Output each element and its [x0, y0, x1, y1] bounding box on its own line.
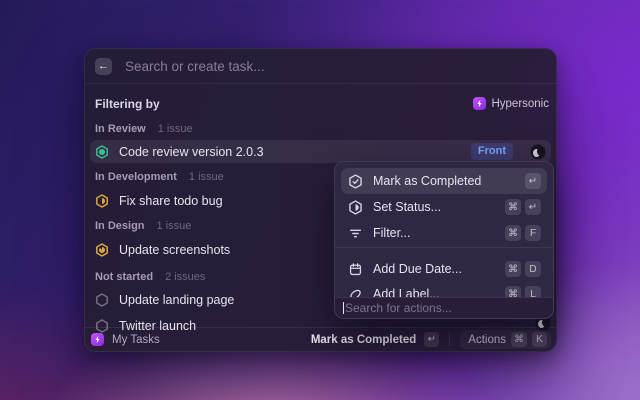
section-header-not-started: Not started 2 issues: [95, 271, 205, 284]
section-header-in-design: In Design 1 issue: [95, 220, 191, 233]
search-input[interactable]: Search or create task...: [125, 59, 265, 74]
section-count: 2 issues: [165, 271, 205, 283]
hypersonic-logo-icon: [473, 97, 486, 110]
workspace-name[interactable]: My Tasks: [112, 334, 160, 346]
task-title: Code review version 2.0.3: [119, 145, 264, 159]
menu-item-label: Add Due Date...: [373, 262, 462, 276]
task-title: Update screenshots: [119, 243, 230, 257]
command-palette-window: ← Search or create task... Filtering by …: [84, 48, 557, 352]
check-hexagon-icon: [348, 174, 363, 189]
arrow-left-icon: ←: [98, 61, 109, 72]
actions-search-bar[interactable]: Search for actions...: [335, 297, 553, 318]
section-header-in-development: In Development 1 issue: [95, 171, 224, 184]
task-title: Update landing page: [119, 293, 234, 307]
menu-item-filter[interactable]: Filter... ⌘ F: [341, 220, 547, 246]
menu-divider: [335, 247, 553, 248]
f-key: F: [525, 225, 541, 241]
actions-label: Actions: [468, 334, 506, 346]
menu-item-add-due-date[interactable]: Add Due Date... ⌘ D: [341, 256, 547, 282]
assignee-avatar[interactable]: [531, 145, 545, 159]
search-bar: ← Search or create task...: [85, 49, 556, 84]
status-hexagon-icon: [348, 200, 363, 215]
task-row-code-review[interactable]: Code review version 2.0.3 Front: [90, 140, 551, 163]
section-label: Not started: [95, 271, 153, 283]
cmd-key: ⌘: [505, 261, 521, 277]
cmd-key: ⌘: [505, 199, 521, 215]
task-title: Fix share todo bug: [119, 194, 223, 208]
menu-item-label: Set Status...: [373, 200, 441, 214]
section-count: 1 issue: [158, 123, 193, 135]
section-label: In Design: [95, 220, 145, 232]
hypersonic-logo-icon: [91, 333, 104, 346]
desktop-background: ← Search or create task... Filtering by …: [0, 0, 640, 400]
calendar-icon: [348, 262, 363, 277]
menu-item-set-status[interactable]: Set Status... ⌘ ↵: [341, 194, 547, 220]
footer-bar: My Tasks Mark as Completed ↵ Actions ⌘ K: [85, 327, 556, 351]
status-in-design-icon: [95, 243, 109, 257]
status-in-development-icon: [95, 194, 109, 208]
text-cursor: [343, 302, 344, 314]
menu-item-label: Filter...: [373, 226, 411, 240]
status-in-review-icon: [95, 145, 109, 159]
footer-divider: [449, 333, 450, 346]
filtering-header: Filtering by Hypersonic: [95, 96, 549, 111]
section-count: 1 issue: [157, 220, 192, 232]
filter-icon: [348, 226, 363, 241]
return-key: ↵: [525, 199, 541, 215]
primary-action-label[interactable]: Mark as Completed: [311, 334, 416, 346]
return-key: ↵: [424, 332, 439, 347]
k-key: K: [532, 332, 547, 347]
front-tag[interactable]: Front: [471, 143, 513, 160]
status-not-started-icon: [95, 293, 109, 307]
actions-search-input[interactable]: Search for actions...: [345, 301, 452, 315]
return-key: ↵: [525, 173, 541, 189]
menu-item-mark-completed[interactable]: Mark as Completed ↵: [341, 168, 547, 194]
app-badge: Hypersonic: [473, 97, 549, 110]
actions-button[interactable]: Actions ⌘ K: [460, 330, 551, 349]
section-label: In Development: [95, 171, 177, 183]
app-name: Hypersonic: [491, 98, 549, 110]
menu-item-label: Mark as Completed: [373, 174, 481, 188]
d-key: D: [525, 261, 541, 277]
section-count: 1 issue: [189, 171, 224, 183]
back-button[interactable]: ←: [95, 58, 112, 75]
cmd-key: ⌘: [505, 225, 521, 241]
section-label: In Review: [95, 123, 146, 135]
actions-menu: Mark as Completed ↵ Set Status... ⌘ ↵ Fi…: [334, 161, 554, 319]
filtering-label: Filtering by: [95, 97, 160, 111]
section-header-in-review: In Review 1 issue: [95, 123, 193, 136]
cmd-key: ⌘: [511, 332, 527, 347]
